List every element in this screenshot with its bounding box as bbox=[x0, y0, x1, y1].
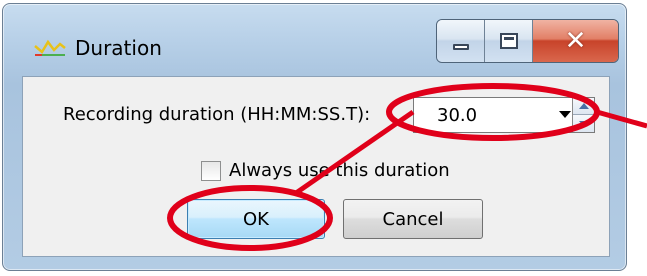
minimize-icon bbox=[452, 44, 469, 50]
ok-button-label: OK bbox=[243, 208, 269, 230]
title-bar[interactable]: Duration ✕ bbox=[3, 4, 626, 76]
arrow-up-icon bbox=[578, 103, 589, 109]
caption-buttons: ✕ bbox=[436, 19, 619, 63]
cancel-button[interactable]: Cancel bbox=[343, 199, 483, 239]
duration-spinner[interactable] bbox=[572, 98, 594, 132]
dropdown-arrow-icon[interactable] bbox=[559, 111, 571, 118]
minimize-button[interactable] bbox=[437, 20, 485, 62]
spin-up-button[interactable] bbox=[573, 98, 594, 115]
waveform-icon bbox=[34, 39, 66, 56]
close-icon: ✕ bbox=[564, 26, 587, 56]
maximize-icon bbox=[499, 33, 518, 49]
always-use-checkbox[interactable] bbox=[201, 161, 221, 181]
window-title: Duration bbox=[75, 36, 162, 60]
duration-combo[interactable]: 30.0 bbox=[413, 97, 595, 133]
duration-dialog: Duration ✕ Recording duration (HH:MM:SS.… bbox=[2, 3, 627, 271]
always-use-label[interactable]: Always use this duration bbox=[229, 160, 450, 181]
close-button[interactable]: ✕ bbox=[533, 20, 618, 62]
maximize-button[interactable] bbox=[485, 20, 533, 62]
duration-label: Recording duration (HH:MM:SS.T): bbox=[63, 104, 371, 125]
duration-value[interactable]: 30.0 bbox=[437, 105, 477, 126]
cancel-button-label: Cancel bbox=[382, 208, 444, 230]
arrow-down-icon bbox=[578, 120, 589, 127]
dialog-body: Recording duration (HH:MM:SS.T): 30.0 Al… bbox=[22, 76, 610, 257]
spin-down-button[interactable] bbox=[573, 115, 594, 132]
ok-button[interactable]: OK bbox=[187, 199, 325, 239]
